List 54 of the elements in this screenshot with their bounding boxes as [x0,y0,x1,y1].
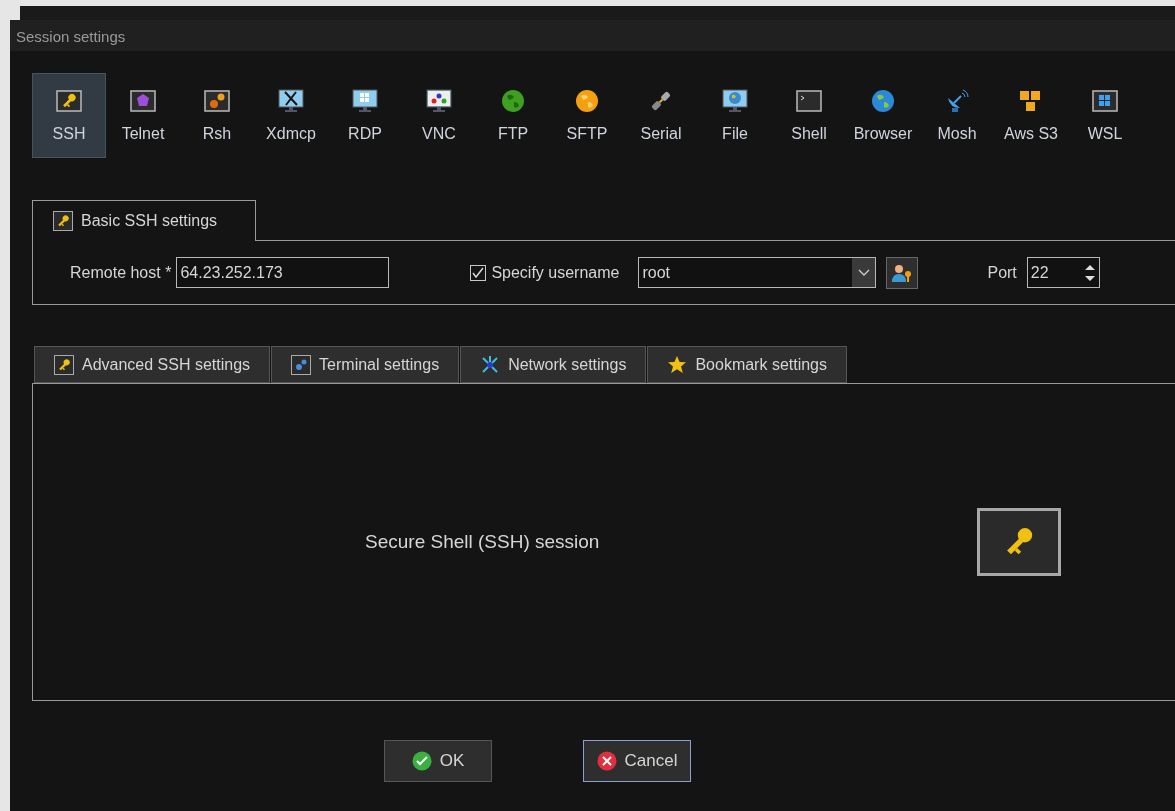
windows-monitor-icon [352,88,378,114]
chevron-down-icon [857,268,870,277]
session-type-button[interactable]: Rsh [180,73,254,158]
session-description: Secure Shell (SSH) session [365,529,600,554]
settings-tab[interactable]: Basic SSH settings [32,200,256,241]
session-type-button[interactable]: Aws S3 [994,73,1068,158]
session-type-button[interactable]: SSH [32,73,106,158]
settings-tab[interactable]: Advanced SSH settings [34,346,271,383]
cancel-button[interactable]: Cancel [583,740,691,782]
session-type-button[interactable]: FTP [476,73,550,158]
key-icon [53,211,73,231]
gears-icon [291,354,312,375]
session-type-button[interactable]: Serial [624,73,698,158]
key-icon [54,354,74,375]
session-type-button[interactable]: File [698,73,772,158]
ok-button[interactable]: OK [384,740,492,782]
windows-logo-icon [1092,88,1118,114]
monitor-icon [426,88,452,114]
gears-icon [204,88,230,114]
close-circle-icon [596,751,617,771]
session-type-button[interactable]: Xdmcp [254,73,328,158]
dropdown-field[interactable]: root [638,257,877,288]
monitor-globe-icon [722,88,748,114]
number-spinner-field[interactable]: 22 [1026,257,1100,288]
settings-tab[interactable]: Terminal settings [271,346,460,383]
settings-tab[interactable]: Network settings [460,346,647,383]
session-type-button[interactable]: Shell [772,73,846,158]
key-icon [56,88,82,114]
checkbox[interactable] [470,264,487,281]
globe-icon [574,88,600,114]
user-key-button[interactable] [886,256,919,289]
globe-icon [500,88,526,114]
field-label: Specify username [491,262,620,283]
session-type-button[interactable]: Browser [846,73,920,158]
session-type-button[interactable]: SFTP [550,73,624,158]
monitor-icon [278,88,304,114]
field-label: Port [987,262,1017,283]
network-icon [480,354,501,375]
globe-icon [870,88,896,114]
session-type-button[interactable]: RDP [328,73,402,158]
text-field[interactable]: 64.23.252.173 [176,257,390,288]
check-circle-icon [411,751,432,771]
session-type-button[interactable]: WSL [1068,73,1142,158]
star-icon [667,354,688,375]
session-type-button[interactable]: Telnet [106,73,180,158]
window-title: Session settings [10,20,1175,51]
session-type-button[interactable]: Mosh [920,73,994,158]
gem-icon [130,88,156,114]
terminal-icon [796,88,822,114]
settings-tab[interactable]: Bookmark settings [647,346,847,383]
session-type-button[interactable]: VNC [402,73,476,158]
field-label: Remote host * [70,262,172,283]
user-key-icon [891,262,914,283]
spinner-arrows-icon [1083,262,1096,283]
